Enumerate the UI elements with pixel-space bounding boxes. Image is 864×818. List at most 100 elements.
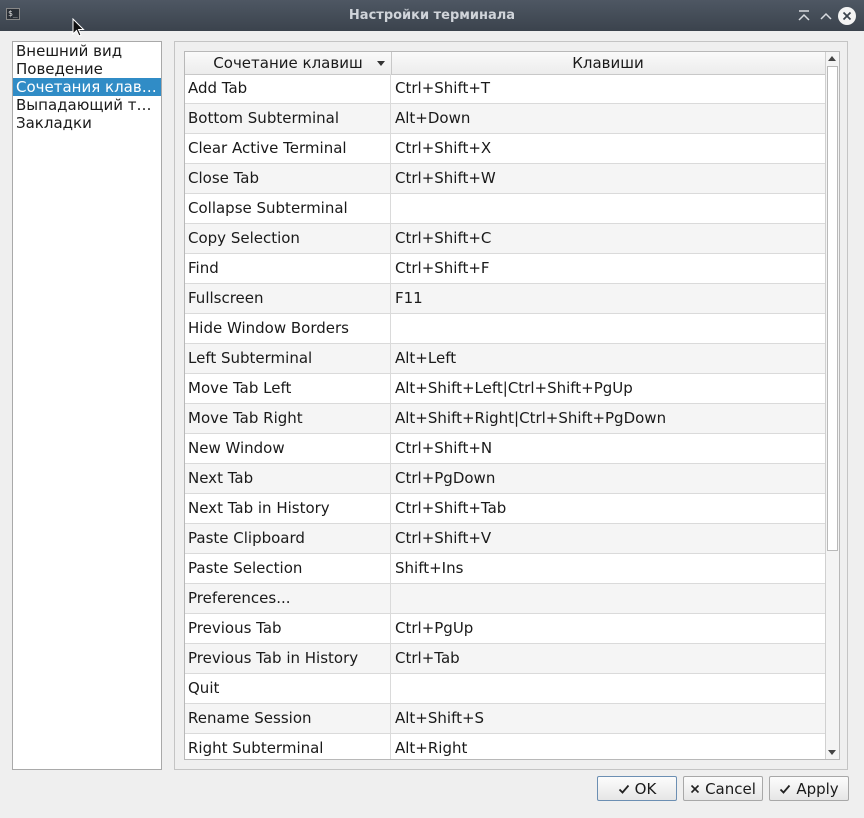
sort-descending-icon xyxy=(377,61,385,66)
shortcut-keys-cell[interactable]: Alt+Shift+Left|Ctrl+Shift+PgUp xyxy=(392,374,824,403)
shortcut-action-cell[interactable]: Left Subterminal xyxy=(185,344,391,373)
table-row[interactable]: Close Tab Ctrl+Shift+W xyxy=(185,164,825,194)
keep-above-button[interactable] xyxy=(794,6,814,26)
shortcut-action-cell[interactable]: Fullscreen xyxy=(185,284,391,313)
column-header-shortcut[interactable]: Сочетание клавиш xyxy=(185,52,392,74)
table-row[interactable]: Add Tab Ctrl+Shift+T xyxy=(185,74,825,104)
shortcut-keys-cell[interactable]: Ctrl+Shift+N xyxy=(392,434,824,463)
sidebar-item-appearance[interactable]: Внешний вид xyxy=(13,42,161,60)
window-title: Настройки терминала xyxy=(348,8,516,23)
shortcut-keys-cell[interactable]: Alt+Down xyxy=(392,104,824,133)
apply-button-label: Apply xyxy=(796,779,839,798)
title-bar[interactable]: $_ Настройки терминала xyxy=(0,0,864,31)
shortcut-keys-cell[interactable]: Alt+Shift+Right|Ctrl+Shift+PgDown xyxy=(392,404,824,433)
sidebar-item-bookmarks[interactable]: Закладки xyxy=(13,114,161,132)
shortcut-keys-cell[interactable] xyxy=(392,314,824,343)
shortcuts-table[interactable]: Сочетание клавиш Клавиши Add Tab Ctrl+Shi… xyxy=(184,51,840,760)
shortcut-action-cell[interactable]: Quit xyxy=(185,674,391,703)
apply-button[interactable]: Apply xyxy=(769,776,849,801)
table-row[interactable]: Preferences... xyxy=(185,584,825,614)
ok-button-label: OK xyxy=(634,779,657,798)
shortcut-action-cell[interactable]: Next Tab xyxy=(185,464,391,493)
table-row[interactable]: Next Tab Ctrl+PgDown xyxy=(185,464,825,494)
shortcut-keys-cell[interactable]: Alt+Right xyxy=(392,734,824,759)
shortcut-keys-cell[interactable] xyxy=(392,584,824,613)
table-body: Add Tab Ctrl+Shift+T Bottom Subterminal Alt… xyxy=(185,74,825,759)
table-row[interactable]: Move Tab Right Alt+Shift+Right|Ctrl+Shift… xyxy=(185,404,825,434)
shortcut-keys-cell[interactable]: Ctrl+PgUp xyxy=(392,614,824,643)
sidebar-item-dropdown-terminal[interactable]: Выпадающий т… xyxy=(13,96,161,114)
vertical-scrollbar[interactable] xyxy=(825,52,839,759)
table-row[interactable]: Quit xyxy=(185,674,825,704)
sidebar-item-behavior[interactable]: Поведение xyxy=(13,60,161,78)
shortcut-keys-cell[interactable]: Ctrl+Shift+V xyxy=(392,524,824,553)
shortcut-action-cell[interactable]: Paste Clipboard xyxy=(185,524,391,553)
settings-category-list[interactable]: Внешний вид Поведение Сочетания клав… Вы… xyxy=(12,41,162,770)
shortcut-keys-cell[interactable]: Shift+Ins xyxy=(392,554,824,583)
shortcut-keys-cell[interactable]: Ctrl+Shift+W xyxy=(392,164,824,193)
table-row[interactable]: Find Ctrl+Shift+F xyxy=(185,254,825,284)
table-row[interactable]: Fullscreen F11 xyxy=(185,284,825,314)
column-header-shortcut-label: Сочетание клавиш xyxy=(213,54,363,72)
shortcut-action-cell[interactable]: Previous Tab in History xyxy=(185,644,391,673)
shortcut-action-cell[interactable]: Clear Active Terminal xyxy=(185,134,391,163)
shortcut-action-cell[interactable]: Copy Selection xyxy=(185,224,391,253)
shortcut-action-cell[interactable]: Bottom Subterminal xyxy=(185,104,391,133)
mouse-cursor-icon xyxy=(72,18,85,37)
shortcut-keys-cell[interactable]: Ctrl+Shift+C xyxy=(392,224,824,253)
checkmark-icon xyxy=(618,784,629,794)
column-header-keys[interactable]: Клавиши xyxy=(392,52,824,74)
table-row[interactable]: Left Subterminal Alt+Left xyxy=(185,344,825,374)
shortcut-action-cell[interactable]: Add Tab xyxy=(185,74,391,103)
sidebar-item-shortcuts[interactable]: Сочетания клав… xyxy=(13,78,161,96)
table-row[interactable]: Paste Clipboard Ctrl+Shift+V xyxy=(185,524,825,554)
shortcut-action-cell[interactable]: Move Tab Left xyxy=(185,374,391,403)
maximize-button[interactable] xyxy=(816,6,836,26)
table-row[interactable]: New Window Ctrl+Shift+N xyxy=(185,434,825,464)
scroll-up-arrow-icon[interactable] xyxy=(828,56,836,61)
shortcut-keys-cell[interactable]: Ctrl+PgDown xyxy=(392,464,824,493)
shortcut-keys-cell[interactable] xyxy=(392,674,824,703)
ok-button[interactable]: OK xyxy=(597,776,677,801)
shortcut-keys-cell[interactable]: Alt+Left xyxy=(392,344,824,373)
cancel-button-label: Cancel xyxy=(705,779,756,798)
cancel-button[interactable]: Cancel xyxy=(683,776,763,801)
shortcut-action-cell[interactable]: Previous Tab xyxy=(185,614,391,643)
shortcut-keys-cell[interactable]: Ctrl+Shift+Tab xyxy=(392,494,824,523)
shortcut-keys-cell[interactable]: Alt+Shift+S xyxy=(392,704,824,733)
shortcut-keys-cell[interactable]: Ctrl+Tab xyxy=(392,644,824,673)
shortcut-keys-cell[interactable]: Ctrl+Shift+X xyxy=(392,134,824,163)
table-row[interactable]: Right Subterminal Alt+Right xyxy=(185,734,825,759)
shortcut-keys-cell[interactable]: Ctrl+Shift+F xyxy=(392,254,824,283)
scrollbar-thumb[interactable] xyxy=(827,66,838,551)
table-row[interactable]: Hide Window Borders xyxy=(185,314,825,344)
shortcut-action-cell[interactable]: Hide Window Borders xyxy=(185,314,391,343)
shortcut-action-cell[interactable]: Collapse Subterminal xyxy=(185,194,391,223)
shortcut-action-cell[interactable]: Right Subterminal xyxy=(185,734,391,759)
table-row[interactable]: Paste Selection Shift+Ins xyxy=(185,554,825,584)
table-row[interactable]: Previous Tab Ctrl+PgUp xyxy=(185,614,825,644)
shortcut-keys-cell[interactable]: F11 xyxy=(392,284,824,313)
shortcut-action-cell[interactable]: Preferences... xyxy=(185,584,391,613)
shortcut-action-cell[interactable]: New Window xyxy=(185,434,391,463)
table-row[interactable]: Bottom Subterminal Alt+Down xyxy=(185,104,825,134)
shortcut-action-cell[interactable]: Find xyxy=(185,254,391,283)
table-row[interactable]: Move Tab Left Alt+Shift+Left|Ctrl+Shift+P… xyxy=(185,374,825,404)
shortcut-action-cell[interactable]: Rename Session xyxy=(185,704,391,733)
scroll-down-arrow-icon[interactable] xyxy=(828,750,836,755)
table-row[interactable]: Rename Session Alt+Shift+S xyxy=(185,704,825,734)
table-row[interactable]: Copy Selection Ctrl+Shift+C xyxy=(185,224,825,254)
close-icon xyxy=(842,11,852,21)
shortcut-action-cell[interactable]: Close Tab xyxy=(185,164,391,193)
close-window-button[interactable] xyxy=(838,7,856,25)
table-row[interactable]: Next Tab in History Ctrl+Shift+Tab xyxy=(185,494,825,524)
table-row[interactable]: Collapse Subterminal xyxy=(185,194,825,224)
table-row[interactable]: Previous Tab in History Ctrl+Tab xyxy=(185,644,825,674)
shortcut-action-cell[interactable]: Next Tab in History xyxy=(185,494,391,523)
shortcut-action-cell[interactable]: Move Tab Right xyxy=(185,404,391,433)
shortcut-keys-cell[interactable]: Ctrl+Shift+T xyxy=(392,74,824,103)
shortcut-keys-cell[interactable] xyxy=(392,194,824,223)
table-row[interactable]: Clear Active Terminal Ctrl+Shift+X xyxy=(185,134,825,164)
shortcut-action-cell[interactable]: Paste Selection xyxy=(185,554,391,583)
cancel-x-icon xyxy=(691,784,700,793)
